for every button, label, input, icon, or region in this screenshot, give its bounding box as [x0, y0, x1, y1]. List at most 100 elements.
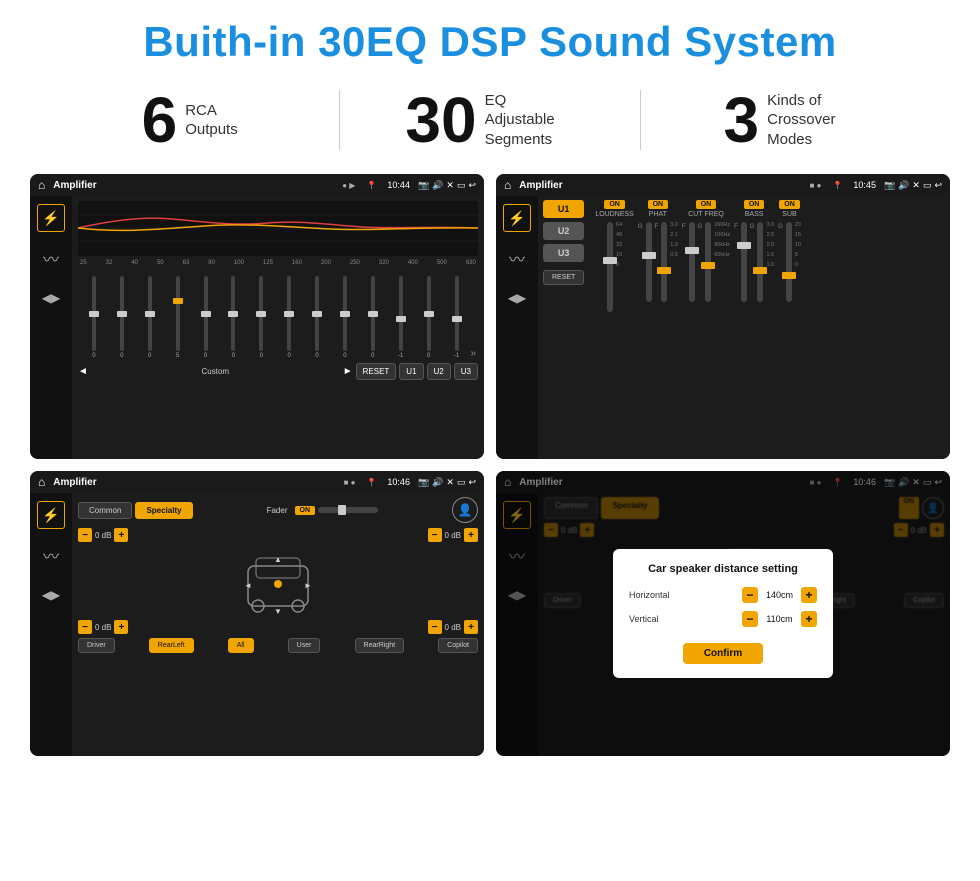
home-icon-fader[interactable]: ⌂: [38, 475, 45, 489]
xover-reset-btn[interactable]: RESET: [543, 270, 584, 285]
bass-on[interactable]: ON: [744, 200, 765, 209]
eq-slider-13[interactable]: 0: [415, 276, 443, 359]
close-icon-eq: ✕: [446, 180, 454, 191]
eq-sliders-row: 0 0 0 5 0 0 0 0 0 0 0 -1 0 -1: [78, 269, 478, 359]
car-diagram-row: ▲ ▼ ◄ ►: [78, 546, 478, 616]
back-icon-xover[interactable]: ↩: [934, 180, 942, 191]
sub-col: ON SUB G 20151050: [778, 200, 801, 312]
eq-slider-5[interactable]: 0: [192, 276, 220, 359]
eq-u2-btn[interactable]: U2: [427, 363, 451, 380]
u3-btn[interactable]: U3: [543, 244, 584, 262]
eq-slider-10[interactable]: 0: [331, 276, 359, 359]
db-minus-rl[interactable]: −: [78, 620, 92, 634]
fader-screen: ⌂ Amplifier ■ ● 📍 10:46 📷 🔊 ✕ ▭ ↩ ⚡ 〰 ◀▶: [30, 471, 484, 756]
distance-screen: ⌂ Amplifier ■ ● 📍 10:46 📷 🔊 ✕ ▭ ↩ ⚡ 〰 ◀▶: [496, 471, 950, 756]
cutfreq-col: ON CUT FREQ F G 160Hz100Hz80kHz60kHz: [682, 200, 730, 312]
phat-on[interactable]: ON: [648, 200, 669, 209]
eq-slider-3[interactable]: 0: [136, 276, 164, 359]
db-control-rr: − 0 dB +: [428, 620, 478, 634]
db-plus-rl[interactable]: +: [114, 620, 128, 634]
cutfreq-slider-2[interactable]: [705, 222, 711, 302]
eq-sidebar-icon-3[interactable]: ◀▶: [37, 284, 65, 312]
driver-btn[interactable]: Driver: [78, 638, 115, 653]
home-icon-eq[interactable]: ⌂: [38, 178, 45, 192]
sub-slider[interactable]: [786, 222, 792, 302]
stat-rca: 6 RCA Outputs: [50, 88, 329, 152]
db-minus-fr[interactable]: −: [428, 528, 442, 542]
fader-main-area: Common Specialty Fader ON 👤: [72, 493, 484, 756]
phat-labels: 3.02.11.30.5: [670, 222, 678, 258]
eq-slider-1[interactable]: 0: [80, 276, 108, 359]
xover-app-name: Amplifier: [519, 180, 805, 191]
speaker-bottom-btns: Driver RearLeft All User RearRight Copil…: [78, 638, 478, 653]
loudness-on[interactable]: ON: [604, 200, 625, 209]
confirm-button[interactable]: Confirm: [683, 643, 763, 664]
back-icon-fader[interactable]: ↩: [468, 477, 476, 488]
u-buttons: U1 U2 U3 RESET: [543, 200, 584, 285]
db-value-fl: 0 dB: [95, 531, 111, 540]
xover-sidebar-icon-3[interactable]: ◀▶: [503, 284, 531, 312]
rearleft-btn[interactable]: RearLeft: [149, 638, 194, 653]
window-icon-xover: ▭: [923, 180, 932, 191]
eq-arrow-col: »: [470, 348, 476, 359]
eq-u1-btn[interactable]: U1: [399, 363, 423, 380]
cutfreq-on[interactable]: ON: [696, 200, 717, 209]
cutfreq-slider-1[interactable]: [689, 222, 695, 302]
horizontal-minus-btn[interactable]: −: [742, 587, 758, 603]
db-minus-rr[interactable]: −: [428, 620, 442, 634]
eq-slider-9[interactable]: 0: [303, 276, 331, 359]
phat-slider-2[interactable]: [661, 222, 667, 302]
loudness-slider[interactable]: [607, 222, 613, 312]
user-btn[interactable]: User: [288, 638, 321, 653]
eq-slider-14[interactable]: -1: [443, 276, 471, 359]
vertical-plus-btn[interactable]: +: [801, 611, 817, 627]
fader-sidebar-icon-1[interactable]: ⚡: [37, 501, 65, 529]
eq-slider-7[interactable]: 0: [247, 276, 275, 359]
eq-u3-btn[interactable]: U3: [454, 363, 478, 380]
fader-on-toggle[interactable]: ON: [295, 506, 316, 515]
fader-track-1[interactable]: [318, 507, 378, 513]
location-icon-eq: 📍: [366, 181, 376, 190]
db-plus-fr[interactable]: +: [464, 528, 478, 542]
fader-sidebar-icon-2[interactable]: 〰: [37, 541, 65, 569]
phat-slider-1[interactable]: [646, 222, 652, 302]
xover-sidebar-icon-1[interactable]: ⚡: [503, 204, 531, 232]
eq-sidebar-icon-2[interactable]: 〰: [37, 244, 65, 272]
db-plus-rr[interactable]: +: [464, 620, 478, 634]
specialty-btn[interactable]: Specialty: [135, 502, 192, 519]
page-wrapper: Buith-in 30EQ DSP Sound System 6 RCA Out…: [0, 0, 980, 776]
vertical-minus-btn[interactable]: −: [742, 611, 758, 627]
eq-slider-2[interactable]: 0: [108, 276, 136, 359]
eq-sidebar-icon-1[interactable]: ⚡: [37, 204, 65, 232]
db-minus-fl[interactable]: −: [78, 528, 92, 542]
back-icon-eq[interactable]: ↩: [468, 180, 476, 191]
all-btn[interactable]: All: [228, 638, 254, 653]
db-plus-fl[interactable]: +: [114, 528, 128, 542]
u1-btn[interactable]: U1: [543, 200, 584, 218]
bass-slider-1[interactable]: [741, 222, 747, 302]
common-btn[interactable]: Common: [78, 502, 132, 519]
xover-sidebar-icon-2[interactable]: 〰: [503, 244, 531, 272]
bass-slider-2[interactable]: [757, 222, 763, 302]
eq-prev-btn[interactable]: ◄: [78, 366, 88, 377]
profile-icon[interactable]: 👤: [452, 497, 478, 523]
horizontal-plus-btn[interactable]: +: [801, 587, 817, 603]
eq-slider-8[interactable]: 0: [275, 276, 303, 359]
u2-btn[interactable]: U2: [543, 222, 584, 240]
home-icon-xover[interactable]: ⌂: [504, 178, 511, 192]
speaker-top-row: − 0 dB + − 0 dB +: [78, 528, 478, 542]
phat-label: PHAT: [649, 211, 667, 218]
eq-slider-12[interactable]: -1: [387, 276, 415, 359]
eq-slider-6[interactable]: 0: [219, 276, 247, 359]
sub-on[interactable]: ON: [779, 200, 800, 209]
copilot-btn[interactable]: Copilot: [438, 638, 478, 653]
close-icon-fader: ✕: [446, 477, 454, 488]
eq-slider-4[interactable]: 5: [164, 276, 192, 359]
eq-slider-11[interactable]: 0: [359, 276, 387, 359]
rearright-btn[interactable]: RearRight: [355, 638, 405, 653]
fader-sidebar-icon-3[interactable]: ◀▶: [37, 581, 65, 609]
fader-toggle-area: Fader ON: [267, 506, 378, 515]
eq-reset-btn[interactable]: RESET: [356, 363, 397, 380]
db-value-rl: 0 dB: [95, 623, 111, 632]
eq-play-btn[interactable]: ►: [343, 366, 353, 377]
